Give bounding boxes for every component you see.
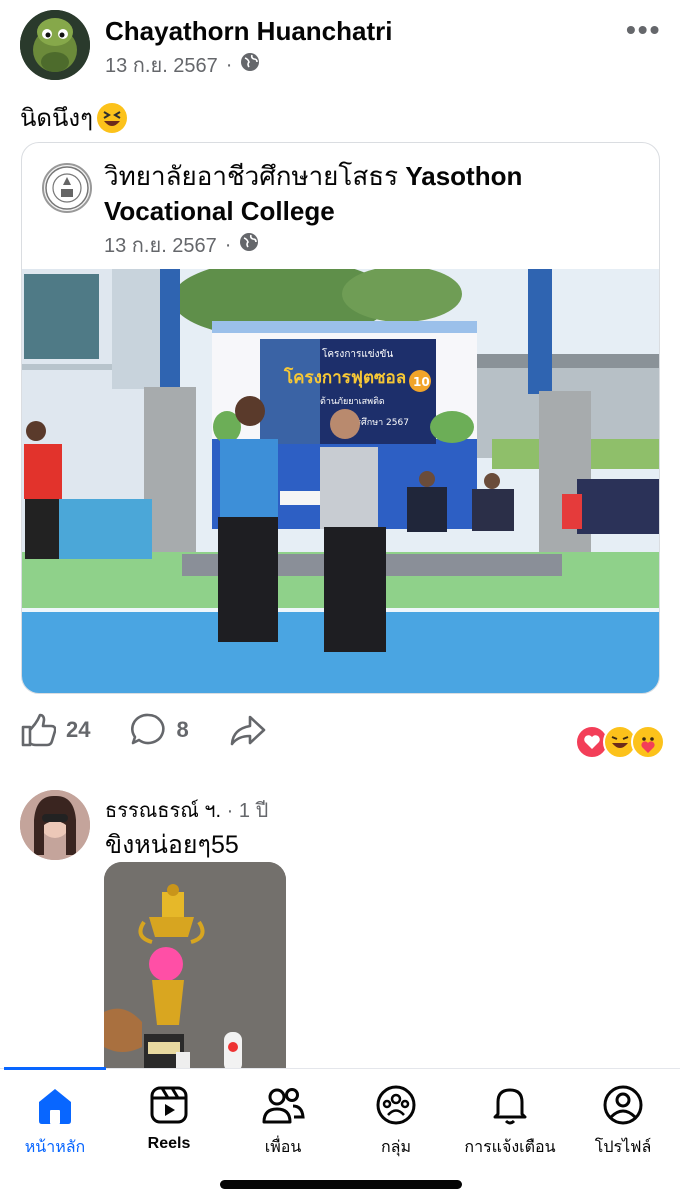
meta-separator: · xyxy=(224,233,232,256)
globe-icon xyxy=(239,232,259,258)
globe-icon xyxy=(240,52,260,78)
commenter-avatar[interactable] xyxy=(20,790,90,860)
post-text: นิดนึงๆ xyxy=(20,105,94,132)
shared-post-date[interactable]: 13 ก.ย. 2567 xyxy=(104,229,217,261)
banner-line-1: โครงการแข่งขัน xyxy=(322,347,393,360)
college-logo[interactable] xyxy=(42,163,92,213)
tab-friends[interactable]: เพื่อน xyxy=(228,1084,338,1160)
share-icon xyxy=(230,715,266,746)
banner-line-3: ต้านภัยยาเสพติด xyxy=(320,396,385,407)
like-icon xyxy=(21,713,56,747)
author-avatar[interactable] xyxy=(20,10,90,80)
tab-home[interactable]: หน้าหลัก xyxy=(0,1084,110,1160)
shared-post-card[interactable]: วิทยาลัยอาชีวศึกษายโสธร Yasothon Vocatio… xyxy=(21,142,660,694)
tab-label-groups: กลุ่ม xyxy=(380,1139,412,1156)
groups-icon xyxy=(376,1085,416,1125)
tab-groups[interactable]: กลุ่ม xyxy=(341,1084,451,1160)
page-name-thai: วิทยาลัยอาชีวศึกษายโสธร xyxy=(104,161,399,191)
tab-notifications[interactable]: การแจ้งเตือน xyxy=(455,1084,565,1160)
post-date[interactable]: 13 ก.ย. 2567 xyxy=(105,49,218,81)
commenter-name[interactable]: ธรรณธรณ์ ฯ. xyxy=(105,800,221,822)
event-photo[interactable]: โครงการแข่งขัน โครงการฟุตซอล ต้านภัยยาเส… xyxy=(22,259,659,693)
tab-label-profile: โปรไฟล์ xyxy=(594,1139,652,1156)
like-count: 24 xyxy=(66,717,91,742)
banner-badge: 10 xyxy=(413,375,430,389)
like-button[interactable]: 24 xyxy=(20,712,90,748)
tab-label-notifications: การแจ้งเตือน xyxy=(464,1139,556,1156)
post-actions-bar: 24 8 xyxy=(20,712,307,748)
tab-profile[interactable]: โปรไฟล์ xyxy=(568,1084,678,1160)
comment-count: 8 xyxy=(176,717,189,742)
tab-label-home: หน้าหลัก xyxy=(24,1139,86,1156)
reactions-summary[interactable] xyxy=(575,725,665,759)
comment-text: ขิงหน่อยๆ55 xyxy=(105,831,239,859)
comment-button[interactable]: 8 xyxy=(130,712,189,748)
active-tab-indicator xyxy=(4,1067,106,1070)
tab-label-reels: Reels xyxy=(147,1135,191,1152)
meta-separator: · xyxy=(225,53,233,76)
tab-label-friends: เพื่อน xyxy=(264,1139,302,1156)
home-icon xyxy=(39,1089,71,1124)
post-meta: 13 ก.ย. 2567 · xyxy=(105,49,260,81)
post-author-name[interactable]: Chayathorn Huanchatri xyxy=(105,16,393,47)
profile-icon xyxy=(603,1085,643,1125)
friends-icon xyxy=(262,1088,305,1124)
grinning-squinting-face-icon xyxy=(97,102,128,133)
care-reaction-icon xyxy=(631,725,665,759)
bell-icon xyxy=(493,1088,527,1125)
reels-icon xyxy=(150,1086,188,1124)
home-indicator xyxy=(220,1180,462,1189)
comment-separator: · xyxy=(226,800,234,822)
comment-icon xyxy=(131,713,165,745)
post-caption: นิดนึงๆ xyxy=(20,98,128,137)
comment-time: 1 ปี xyxy=(238,800,269,822)
tab-reels[interactable]: Reels xyxy=(114,1084,224,1153)
more-options-button[interactable]: ••• xyxy=(626,14,661,46)
comment-header: ธรรณธรณ์ ฯ. · 1 ปี xyxy=(105,794,268,826)
shared-page-name[interactable]: วิทยาลัยอาชีวศึกษายโสธร Yasothon Vocatio… xyxy=(104,159,624,229)
share-button[interactable] xyxy=(229,712,267,748)
banner-line-2: โครงการฟุตซอล xyxy=(283,367,406,388)
shared-post-meta: 13 ก.ย. 2567 · xyxy=(104,229,259,261)
comment-photo[interactable] xyxy=(104,862,286,1072)
